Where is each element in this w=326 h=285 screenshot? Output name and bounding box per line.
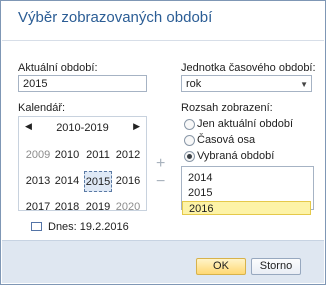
current-period-value: 2015 xyxy=(23,78,48,90)
today-label[interactable]: Dnes: 19.2.2016 xyxy=(48,221,129,233)
today-icon[interactable] xyxy=(31,222,42,231)
selected-periods-list[interactable]: 2014 2015 2016 xyxy=(181,166,314,215)
radio-selected-periods-label[interactable]: Vybraná období xyxy=(197,150,274,162)
calendar-year[interactable]: 2014 xyxy=(53,171,81,192)
current-period-input[interactable]: 2015 xyxy=(18,75,147,92)
calendar-year-selected[interactable]: 2015 xyxy=(84,171,112,192)
calendar-year[interactable]: 2013 xyxy=(24,171,52,192)
list-item[interactable]: 2015 xyxy=(182,186,311,200)
calendar-label: Kalendář: xyxy=(18,102,66,114)
calendar-year[interactable]: 2011 xyxy=(84,145,112,166)
year-calendar: ◀ 2010-2019 ▶ 2009 2010 2011 2012 2013 2… xyxy=(18,116,147,213)
calendar-year[interactable]: 2020 xyxy=(114,197,142,218)
title-separator xyxy=(2,40,324,41)
calendar-year[interactable]: 2017 xyxy=(24,197,52,218)
time-unit-label: Jednotka časového období: xyxy=(181,62,316,74)
calendar-header: ◀ 2010-2019 ▶ xyxy=(19,117,146,137)
radio-timeline[interactable] xyxy=(184,135,195,146)
cancel-button[interactable]: Storno xyxy=(251,258,301,275)
display-range-label: Rozsah zobrazení: xyxy=(181,102,273,114)
dialog-title: Výběr zobrazovaných období xyxy=(18,9,213,26)
list-item-selected[interactable]: 2016 xyxy=(182,201,311,215)
dialog-window: Výběr zobrazovaných období Aktuální obdo… xyxy=(0,0,326,285)
radio-current-only-label[interactable]: Jen aktuální období xyxy=(197,118,293,130)
time-unit-combo[interactable]: rok ▼ xyxy=(181,75,312,92)
calendar-year[interactable]: 2018 xyxy=(53,197,81,218)
calendar-year[interactable]: 2009 xyxy=(24,145,52,166)
calendar-year[interactable]: 2012 xyxy=(114,145,142,166)
current-period-label: Aktuální období: xyxy=(18,62,98,74)
remove-icon[interactable]: − xyxy=(156,173,165,191)
calendar-year[interactable]: 2016 xyxy=(114,171,142,192)
list-item[interactable]: 2014 xyxy=(182,171,311,185)
calendar-year[interactable]: 2019 xyxy=(84,197,112,218)
time-unit-value: rok xyxy=(186,78,202,90)
calendar-range[interactable]: 2010-2019 xyxy=(19,122,146,134)
radio-selected-periods[interactable] xyxy=(184,151,195,162)
ok-button[interactable]: OK xyxy=(196,258,246,275)
radio-timeline-label[interactable]: Časová osa xyxy=(197,134,255,146)
calendar-next-icon[interactable]: ▶ xyxy=(133,121,140,132)
radio-current-only[interactable] xyxy=(184,119,195,130)
calendar-year[interactable]: 2010 xyxy=(53,145,81,166)
chevron-down-icon[interactable]: ▼ xyxy=(300,79,308,91)
add-icon[interactable]: + xyxy=(156,155,165,173)
